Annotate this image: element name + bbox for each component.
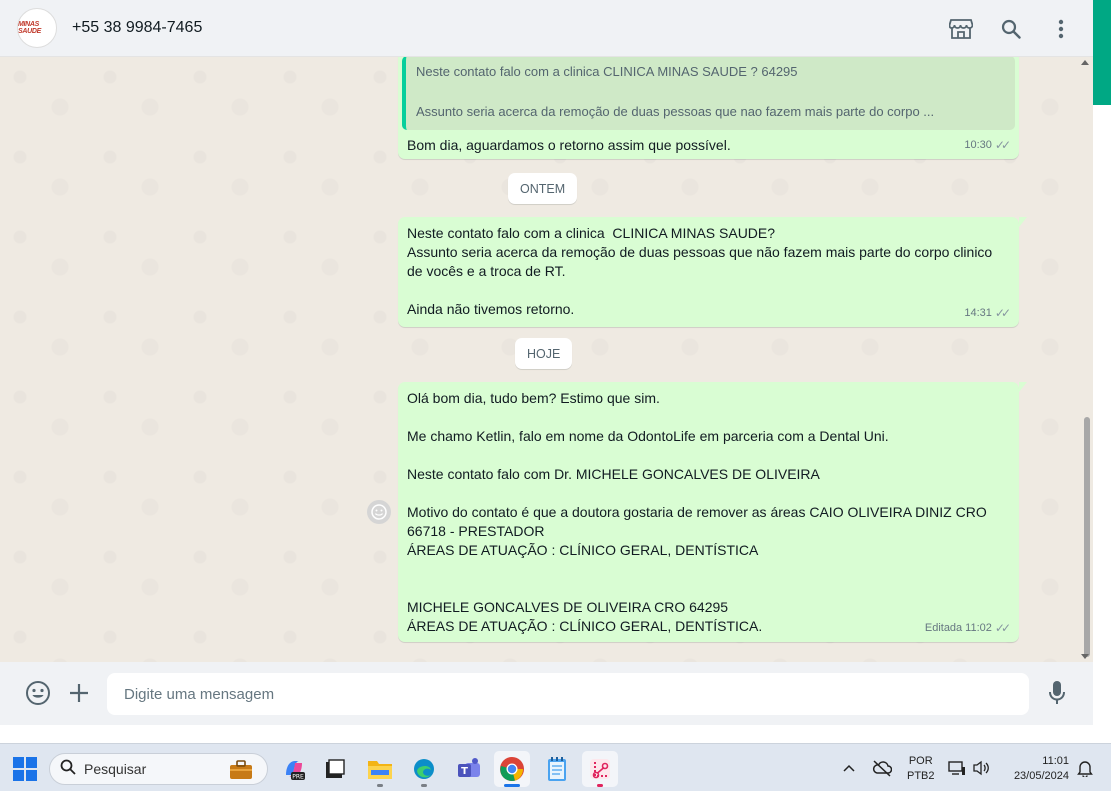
- message-text: Olá bom dia, tudo bem? Estimo que sim. M…: [407, 390, 987, 634]
- input-language-indicator[interactable]: POR PTB2: [907, 754, 935, 784]
- message-time: 14:31: [964, 307, 992, 319]
- double-check-icon: ✓✓: [994, 306, 1011, 320]
- message-input[interactable]: Digite uma mensagem: [107, 673, 1029, 715]
- emoji-reaction-icon[interactable]: [367, 500, 391, 524]
- search-icon[interactable]: [999, 17, 1023, 41]
- teams-icon[interactable]: T: [451, 751, 487, 787]
- quoted-text-line2: Assunto seria acerca da remoção de duas …: [416, 104, 935, 119]
- message-text: Neste contato falo com a clinica CLINICA…: [407, 225, 993, 317]
- file-explorer-icon[interactable]: [362, 751, 398, 787]
- edited-label: Editada: [924, 622, 963, 634]
- side-panel-edge: [1093, 105, 1111, 745]
- contact-avatar[interactable]: MINAS SAUDE: [17, 8, 57, 48]
- window-bottom-edge: [0, 725, 1111, 743]
- chat-header: MINAS SAUDE +55 38 9984-7465: [0, 0, 1093, 57]
- network-icon[interactable]: [948, 744, 966, 791]
- active-indicator: [504, 784, 520, 787]
- svg-text:PRE: PRE: [292, 774, 304, 781]
- show-hidden-icons-chevron-icon[interactable]: [842, 744, 856, 791]
- onedrive-offline-icon[interactable]: [872, 744, 892, 791]
- notepad-icon[interactable]: [539, 751, 575, 787]
- scroll-up-arrow[interactable]: [1081, 60, 1089, 65]
- copilot-icon[interactable]: PRE: [276, 751, 312, 787]
- task-view-icon[interactable]: [317, 751, 353, 787]
- bubble-tail: [1019, 382, 1027, 392]
- message-bubble-outgoing[interactable]: Neste contato falo com a clinica CLINICA…: [398, 217, 1027, 327]
- double-check-icon: ✓✓: [994, 621, 1011, 635]
- date-separator: HOJE: [515, 338, 573, 369]
- notifications-bell-icon[interactable]: [1077, 744, 1093, 791]
- message-text: Bom dia, aguardamos o retorno assim que …: [407, 137, 731, 153]
- windows-start-icon[interactable]: [13, 757, 37, 781]
- microphone-icon[interactable]: [1043, 679, 1071, 707]
- system-clock[interactable]: 11:01 23/05/2024: [1005, 754, 1069, 784]
- message-time: 10:30: [964, 139, 992, 151]
- double-check-icon: ✓✓: [994, 138, 1011, 152]
- search-icon: [60, 759, 76, 780]
- edge-browser-icon[interactable]: [406, 751, 442, 787]
- svg-text:T: T: [461, 766, 468, 777]
- message-bubble-outgoing[interactable]: Olá bom dia, tudo bem? Estimo que sim. M…: [398, 382, 1027, 642]
- taskbar-search[interactable]: Pesquisar: [49, 753, 268, 785]
- emoji-icon[interactable]: [24, 679, 52, 707]
- contact-name[interactable]: +55 38 9984-7465: [72, 19, 202, 37]
- running-indicator: [377, 784, 383, 787]
- language-code: POR: [908, 755, 933, 767]
- avatar-logo: MINAS SAUDE: [18, 21, 42, 35]
- snipping-tool-icon[interactable]: [582, 751, 618, 787]
- message-composer: Digite uma mensagem: [0, 662, 1093, 725]
- message-time: 11:02: [965, 622, 992, 634]
- date-separator: ONTEM: [508, 173, 578, 204]
- side-accent-strip: [1093, 0, 1111, 105]
- keyboard-layout: PTB2: [907, 770, 935, 782]
- clock-time: 11:01: [1042, 755, 1069, 767]
- quoted-message[interactable]: Neste contato falo com a clinica CLINICA…: [402, 57, 1015, 130]
- windows-taskbar: Pesquisar PRE T POR PTB2 11:01 23/05/202…: [0, 743, 1111, 791]
- message-bubble-outgoing[interactable]: Neste contato falo com a clinica CLINICA…: [398, 57, 1019, 159]
- clock-date: 23/05/2024: [1013, 770, 1069, 782]
- store-icon[interactable]: [949, 17, 973, 41]
- running-indicator: [421, 784, 427, 787]
- volume-icon[interactable]: [972, 744, 990, 791]
- bubble-tail: [1019, 217, 1027, 227]
- quoted-text-line1: Neste contato falo com a clinica CLINICA…: [416, 64, 798, 79]
- message-input-placeholder: Digite uma mensagem: [124, 685, 275, 703]
- scrollbar-thumb[interactable]: [1084, 417, 1090, 657]
- message-list[interactable]: Neste contato falo com a clinica CLINICA…: [0, 57, 1093, 662]
- taskbar-search-label: Pesquisar: [84, 761, 147, 777]
- running-indicator: [597, 784, 603, 787]
- attach-plus-icon[interactable]: [65, 679, 93, 707]
- chrome-browser-icon[interactable]: [494, 751, 530, 787]
- more-options-icon[interactable]: [1049, 17, 1073, 41]
- scroll-down-arrow[interactable]: [1081, 654, 1089, 659]
- briefcase-icon: [229, 760, 253, 783]
